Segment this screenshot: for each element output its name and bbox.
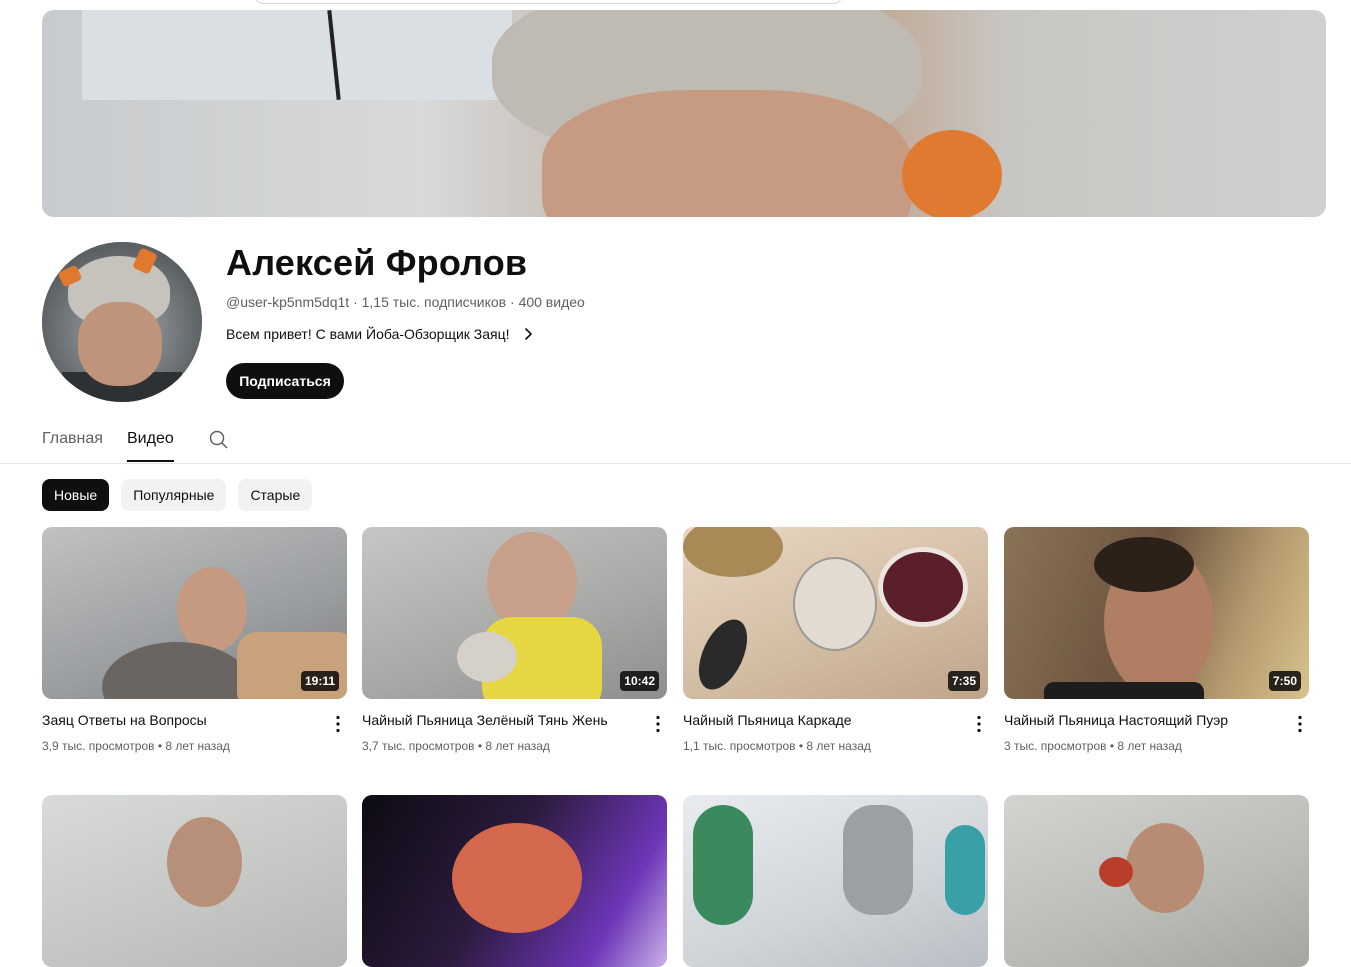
channel-tabs: Главная Видео — [0, 418, 1351, 464]
video-age: 8 лет назад — [1117, 739, 1182, 753]
sort-chips: Новые Популярные Старые — [42, 479, 313, 511]
more-vert-icon[interactable] — [969, 714, 989, 734]
video-card[interactable]: 7:35 Чайный Пьяница Каркаде 1,1 тыс. про… — [683, 527, 988, 753]
video-title[interactable]: Заяц Ответы на Вопросы — [42, 712, 312, 728]
video-thumbnail[interactable] — [683, 795, 988, 967]
video-thumbnail[interactable]: 7:35 — [683, 527, 988, 699]
video-duration: 7:50 — [1268, 671, 1301, 691]
active-tab-underline — [127, 460, 174, 462]
channel-banner — [42, 10, 1326, 217]
chip-oldest[interactable]: Старые — [238, 479, 313, 511]
channel-meta: @user-kp5nm5dq1t · 1,15 тыс. подписчиков… — [226, 294, 585, 310]
video-age: 8 лет назад — [485, 739, 550, 753]
video-stats: 3 тыс. просмотров • 8 лет назад — [1004, 739, 1182, 753]
more-vert-icon[interactable] — [648, 714, 668, 734]
video-card[interactable] — [683, 795, 988, 967]
video-views: 3,7 тыс. просмотров — [362, 739, 475, 753]
channel-avatar[interactable] — [42, 242, 202, 402]
video-card[interactable]: 19:11 Заяц Ответы на Вопросы 3,9 тыс. пр… — [42, 527, 347, 753]
search-bar[interactable] — [255, 0, 842, 4]
video-card[interactable]: 10:42 Чайный Пьяница Зелёный Тянь Жень 3… — [362, 527, 667, 753]
video-stats: 3,9 тыс. просмотров • 8 лет назад — [42, 739, 230, 753]
video-count: 400 видео — [518, 294, 585, 310]
chip-popular[interactable]: Популярные — [121, 479, 227, 511]
channel-handle: @user-kp5nm5dq1t — [226, 294, 350, 310]
video-stats: 1,1 тыс. просмотров • 8 лет назад — [683, 739, 871, 753]
video-thumbnail[interactable] — [42, 795, 347, 967]
chip-newest[interactable]: Новые — [42, 479, 110, 511]
subscribe-button[interactable]: Подписаться — [226, 363, 344, 399]
video-card[interactable] — [42, 795, 347, 967]
video-card[interactable] — [362, 795, 667, 967]
subscriber-count: 1,15 тыс. подписчиков — [361, 294, 507, 310]
video-views: 1,1 тыс. просмотров — [683, 739, 796, 753]
tab-videos[interactable]: Видео — [127, 430, 174, 462]
description-text: Всем привет! С вами Йоба-Обзорщик Заяц! — [226, 326, 510, 342]
video-card[interactable]: 7:50 Чайный Пьяница Настоящий Пуэр 3 тыс… — [1004, 527, 1309, 753]
more-vert-icon[interactable] — [328, 714, 348, 734]
tab-home[interactable]: Главная — [42, 430, 103, 448]
video-thumbnail[interactable] — [362, 795, 667, 967]
search-icon[interactable] — [207, 428, 229, 450]
video-views: 3 тыс. просмотров — [1004, 739, 1107, 753]
tab-videos-label: Видео — [127, 430, 174, 447]
meta-dot: · — [510, 294, 519, 310]
video-title[interactable]: Чайный Пьяница Настоящий Пуэр — [1004, 712, 1274, 728]
video-title[interactable]: Чайный Пьяница Зелёный Тянь Жень — [362, 712, 632, 728]
meta-dot: · — [353, 294, 362, 310]
video-duration: 10:42 — [620, 671, 659, 691]
video-views: 3,9 тыс. просмотров — [42, 739, 155, 753]
channel-name: Алексей Фролов — [226, 242, 528, 283]
video-age: 8 лет назад — [165, 739, 230, 753]
chevron-right-icon — [524, 327, 532, 341]
channel-description[interactable]: Всем привет! С вами Йоба-Обзорщик Заяц! — [226, 326, 536, 342]
more-vert-icon[interactable] — [1290, 714, 1310, 734]
video-thumbnail[interactable]: 19:11 — [42, 527, 347, 699]
video-duration: 7:35 — [947, 671, 980, 691]
video-title[interactable]: Чайный Пьяница Каркаде — [683, 712, 953, 728]
video-thumbnail[interactable] — [1004, 795, 1309, 967]
video-card[interactable] — [1004, 795, 1309, 967]
video-duration: 19:11 — [300, 671, 339, 691]
video-stats: 3,7 тыс. просмотров • 8 лет назад — [362, 739, 550, 753]
video-age: 8 лет назад — [806, 739, 871, 753]
video-thumbnail[interactable]: 7:50 — [1004, 527, 1309, 699]
video-thumbnail[interactable]: 10:42 — [362, 527, 667, 699]
